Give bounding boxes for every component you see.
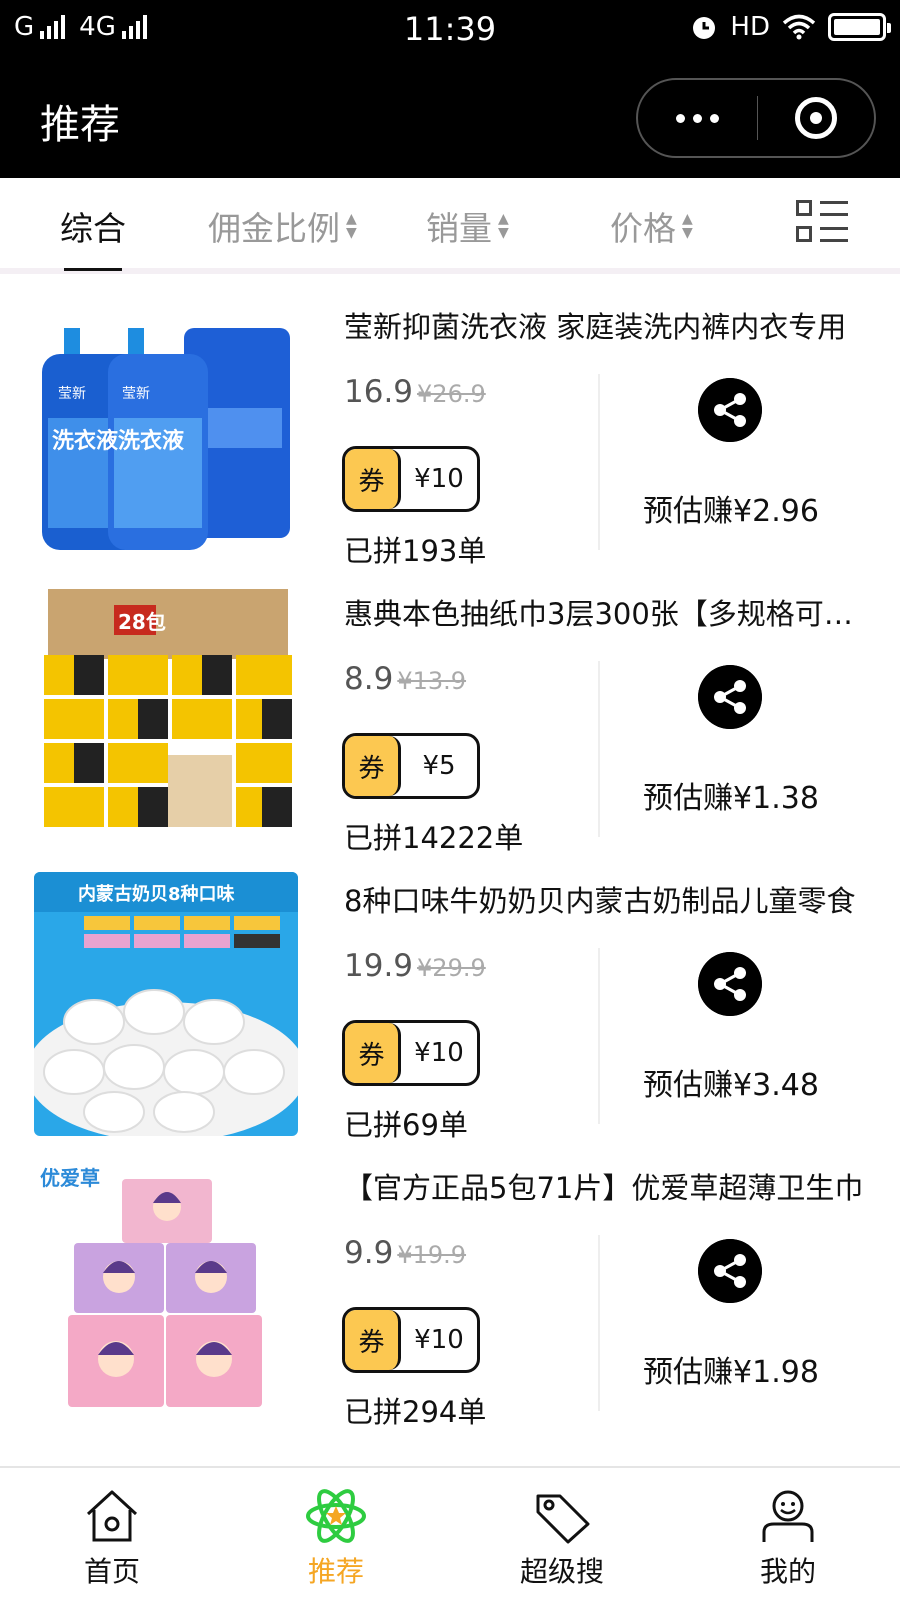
- target-icon: [794, 97, 837, 139]
- tab-label: 首页: [83, 1555, 140, 1588]
- coupon-badge[interactable]: 券 ¥5: [342, 733, 480, 799]
- sort-arrows-icon: ▲ ▼: [498, 211, 509, 241]
- product-item[interactable]: 内蒙古奶贝8种口味 8种口味牛奶奶贝内蒙古奶制品儿童零食 19.9 ¥29.9 券…: [0, 860, 900, 1147]
- price-tag-icon: [536, 1494, 590, 1544]
- dot-icon: [692, 113, 702, 123]
- product-item[interactable]: 优爱草 【官方正品5包71片】优爱草超薄卫生巾 9.9¥19.9 券 ¥10: [0, 1147, 900, 1434]
- sort-tab-price[interactable]: 价格 ▲ ▼: [610, 202, 693, 250]
- status-bar: G 4G 11:39 HD: [0, 0, 900, 60]
- product-title[interactable]: 惠典本色抽纸巾3层300张【多规格可选】: [344, 591, 874, 633]
- current-price: 16.9: [344, 374, 414, 410]
- active-tab-underline: [64, 268, 122, 271]
- product-price: 8.9 ¥13.9: [344, 661, 466, 697]
- coupon-tag: 券: [345, 1310, 401, 1370]
- sort-arrows-icon: ▲ ▼: [346, 211, 357, 241]
- estimated-earnings: 预估赚¥3.48: [643, 1068, 819, 1103]
- coupon-amount: ¥10: [414, 1325, 464, 1355]
- sort-tab-label: 价格: [610, 209, 676, 248]
- product-price: 19.9 ¥29.9: [344, 948, 486, 984]
- product-item[interactable]: 28包 惠典本色抽纸巾3层300张【多规格可选】 8.9¥13.9 券 ¥5: [0, 573, 900, 860]
- product-image-label: 内蒙古奶贝8种口味: [78, 883, 235, 905]
- product-image[interactable]: 优爱草: [34, 1159, 298, 1423]
- estimated-earnings: 预估赚¥1.98: [643, 1355, 819, 1390]
- product-title[interactable]: 【官方正品5包71片】优爱草超薄卫生巾: [344, 1165, 874, 1207]
- sort-tab-commission[interactable]: 佣金比例 ▲ ▼: [208, 202, 357, 250]
- coupon-tag: 券: [345, 1023, 401, 1083]
- user-icon: [762, 1490, 814, 1542]
- product-image[interactable]: 莹新 洗衣液 莹新 洗衣液: [34, 298, 298, 562]
- sold-count: 已拼294单: [344, 1395, 487, 1429]
- sort-tab-overall[interactable]: 综合: [60, 202, 126, 250]
- coupon-badge[interactable]: 券 ¥10: [342, 1307, 480, 1373]
- mini-program-capsule: [636, 78, 876, 158]
- product-title[interactable]: 莹新抑菌洗衣液 家庭装洗内裤内衣专用: [344, 304, 874, 346]
- coupon-badge[interactable]: 券 ¥10: [342, 446, 480, 512]
- product-image-label: 洗衣液: [118, 428, 184, 454]
- tab-home[interactable]: 首页: [52, 1488, 172, 1598]
- coupon-amount: ¥10: [414, 1038, 464, 1068]
- coupon-amount: ¥10: [414, 464, 464, 494]
- share-icon[interactable]: [698, 1239, 762, 1303]
- sort-tab-label: 综合: [60, 209, 126, 248]
- coupon-tag: 券: [345, 449, 401, 509]
- atom-star-icon: [306, 1489, 366, 1543]
- sort-tab-label: 销量: [426, 209, 492, 248]
- wifi-icon: [782, 14, 816, 40]
- share-icon[interactable]: [698, 378, 762, 442]
- estimated-earnings: 预估赚¥1.38: [643, 781, 819, 816]
- sold-count: 已拼193单: [344, 534, 487, 568]
- sort-bar: 综合 佣金比例 ▲ ▼ 销量 ▲ ▼ 价格 ▲ ▼: [0, 178, 900, 274]
- current-price: 19.9: [344, 948, 414, 984]
- home-icon: [86, 1490, 138, 1542]
- product-image-label: 莹新: [122, 386, 150, 402]
- tab-label: 我的: [759, 1555, 816, 1588]
- product-image-label: 莹新: [58, 386, 86, 402]
- product-title[interactable]: 8种口味牛奶奶贝内蒙古奶制品儿童零食: [344, 878, 874, 920]
- product-image[interactable]: 内蒙古奶贝8种口味: [34, 872, 298, 1136]
- tab-profile[interactable]: 我的: [728, 1488, 848, 1598]
- tab-recommend[interactable]: 推荐: [276, 1488, 396, 1598]
- product-list: 莹新 洗衣液 莹新 洗衣液 莹新抑菌洗衣液 家庭装洗内裤内衣专用 16.9 ¥26…: [0, 286, 900, 1434]
- sort-tab-label: 佣金比例: [208, 209, 340, 248]
- product-image-label: 洗衣液: [52, 428, 118, 454]
- original-price: ¥13.9: [397, 667, 467, 695]
- dot-icon: [675, 113, 685, 123]
- sold-count: 已拼14222单: [344, 821, 524, 855]
- product-image-label: 28包: [118, 610, 166, 634]
- share-icon[interactable]: [698, 952, 762, 1016]
- sort-tab-sales[interactable]: 销量 ▲ ▼: [426, 202, 509, 250]
- nav-bar: 推荐: [0, 60, 900, 178]
- hd-label: HD: [730, 12, 770, 42]
- coupon-tag: 券: [345, 736, 401, 796]
- battery-icon: [828, 13, 891, 41]
- layout-toggle-icon[interactable]: [796, 198, 850, 248]
- status-indicators: HD: [690, 12, 891, 42]
- product-image-label: 优爱草: [40, 1166, 100, 1190]
- current-price: 9.9: [344, 1235, 394, 1271]
- original-price: ¥29.9: [417, 954, 486, 982]
- current-price: 8.9: [344, 661, 394, 697]
- estimated-earnings: 预估赚¥2.96: [643, 494, 819, 529]
- dot-icon: [709, 113, 719, 123]
- close-button[interactable]: [757, 80, 874, 156]
- product-image[interactable]: 28包: [34, 585, 298, 849]
- product-price: 16.9 ¥26.9: [344, 374, 486, 410]
- coupon-amount: ¥5: [422, 751, 456, 781]
- tab-label: 推荐: [307, 1555, 364, 1588]
- alarm-icon: [693, 17, 716, 39]
- product-item[interactable]: 莹新 洗衣液 莹新 洗衣液 莹新抑菌洗衣液 家庭装洗内裤内衣专用 16.9 ¥26…: [0, 286, 900, 573]
- original-price: ¥19.9: [397, 1241, 467, 1269]
- coupon-badge[interactable]: 券 ¥10: [342, 1020, 480, 1086]
- product-price: 9.9 ¥19.9: [344, 1235, 466, 1271]
- bottom-tab-bar: 首页 推荐 超级搜 我的: [0, 1466, 900, 1600]
- sort-arrows-icon: ▲ ▼: [682, 211, 693, 241]
- more-button[interactable]: [638, 80, 757, 156]
- tab-super-search[interactable]: 超级搜: [502, 1488, 622, 1598]
- share-icon[interactable]: [698, 665, 762, 729]
- original-price: ¥26.9: [417, 380, 486, 408]
- sold-count: 已拼69单: [344, 1108, 468, 1142]
- page-title: 推荐: [40, 102, 120, 148]
- tab-label: 超级搜: [519, 1555, 604, 1588]
